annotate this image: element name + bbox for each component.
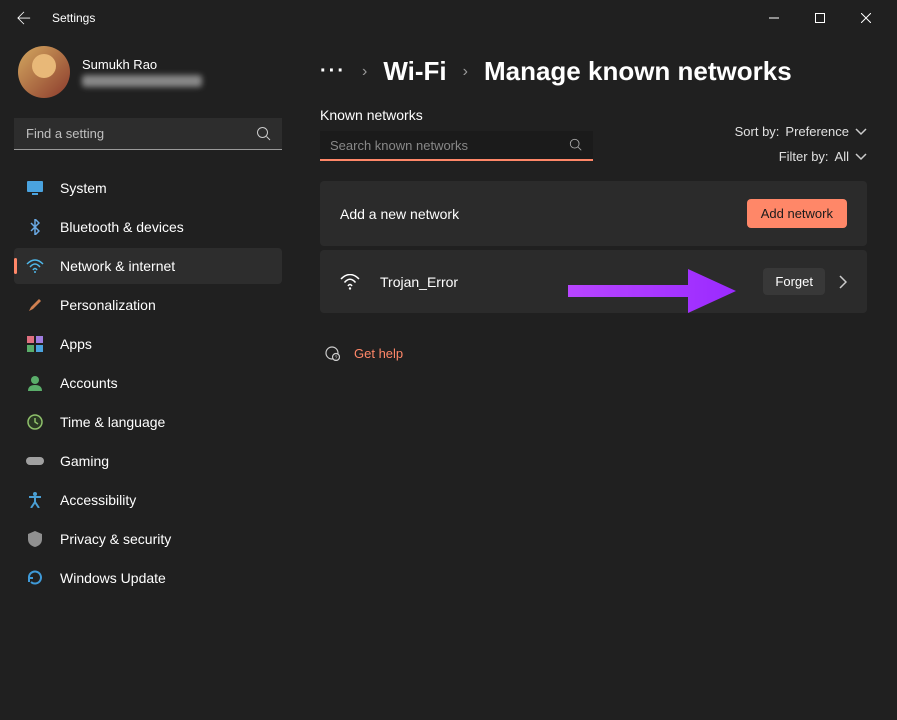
chevron-right-icon[interactable] <box>839 275 847 289</box>
add-network-card: Add a new network Add network <box>320 181 867 246</box>
breadcrumb: ··· › Wi-Fi › Manage known networks <box>320 56 867 87</box>
sidebar-item-system[interactable]: System <box>14 170 282 206</box>
svg-text:?: ? <box>335 356 338 362</box>
add-network-button[interactable]: Add network <box>747 199 847 228</box>
sidebar-item-gaming[interactable]: Gaming <box>14 443 282 479</box>
sidebar-item-windows-update[interactable]: Windows Update <box>14 560 282 596</box>
breadcrumb-more[interactable]: ··· <box>320 60 346 83</box>
sidebar-item-network[interactable]: Network & internet <box>14 248 282 284</box>
filter-label: Filter by: <box>779 149 829 164</box>
profile-email-blurred <box>82 75 202 87</box>
help-icon: ? <box>324 345 340 361</box>
search-input[interactable] <box>14 118 282 150</box>
sidebar-item-label: Windows Update <box>60 570 166 586</box>
app-title: Settings <box>52 11 95 25</box>
add-card-label: Add a new network <box>340 206 459 222</box>
minimize-button[interactable] <box>751 2 797 34</box>
network-name: Trojan_Error <box>380 274 458 290</box>
breadcrumb-current: Manage known networks <box>484 56 792 87</box>
sidebar-item-label: Time & language <box>60 414 165 430</box>
sidebar-item-privacy[interactable]: Privacy & security <box>14 521 282 557</box>
arrow-left-icon <box>17 11 31 25</box>
brush-icon <box>26 296 44 314</box>
update-icon <box>26 569 44 587</box>
sort-value: Preference <box>785 124 849 139</box>
sidebar-item-bluetooth[interactable]: Bluetooth & devices <box>14 209 282 245</box>
sidebar-item-label: System <box>60 180 107 196</box>
minimize-icon <box>769 13 779 23</box>
sidebar-item-label: Accounts <box>60 375 118 391</box>
sidebar-item-label: Personalization <box>60 297 156 313</box>
sidebar-item-personalization[interactable]: Personalization <box>14 287 282 323</box>
network-item[interactable]: Trojan_Error Forget <box>320 250 867 313</box>
close-button[interactable] <box>843 2 889 34</box>
sidebar-item-accounts[interactable]: Accounts <box>14 365 282 401</box>
profile-name: Sumukh Rao <box>82 57 282 72</box>
wifi-icon <box>26 257 44 275</box>
get-help-link[interactable]: Get help <box>354 346 403 361</box>
search-icon <box>256 126 272 142</box>
sidebar-item-label: Accessibility <box>60 492 136 508</box>
sidebar-item-accessibility[interactable]: Accessibility <box>14 482 282 518</box>
search-networks <box>320 131 593 161</box>
sidebar-item-label: Apps <box>60 336 92 352</box>
close-icon <box>861 13 871 23</box>
sidebar-item-label: Privacy & security <box>60 531 171 547</box>
shield-icon <box>26 530 44 548</box>
sidebar-item-label: Network & internet <box>60 258 175 274</box>
bluetooth-icon <box>26 218 44 236</box>
gamepad-icon <box>26 452 44 470</box>
sort-dropdown[interactable]: Sort by: Preference <box>735 124 867 139</box>
accessibility-icon <box>26 491 44 509</box>
settings-search <box>14 118 282 150</box>
avatar <box>18 46 70 98</box>
maximize-button[interactable] <box>797 2 843 34</box>
clock-icon <box>26 413 44 431</box>
titlebar: Settings <box>0 0 897 36</box>
chevron-right-icon: › <box>463 63 468 81</box>
sidebar-item-label: Bluetooth & devices <box>60 219 184 235</box>
maximize-icon <box>815 13 825 23</box>
chevron-down-icon <box>855 153 867 161</box>
profile[interactable]: Sumukh Rao <box>18 46 282 98</box>
person-icon <box>26 374 44 392</box>
chevron-right-icon: › <box>362 63 367 81</box>
search-networks-input[interactable] <box>320 131 593 161</box>
back-button[interactable] <box>8 2 40 34</box>
filter-value: All <box>835 149 849 164</box>
sidebar-item-apps[interactable]: Apps <box>14 326 282 362</box>
search-icon <box>569 138 583 152</box>
sidebar: Sumukh Rao System Bluetooth & devices Ne… <box>0 36 290 720</box>
filter-dropdown[interactable]: Filter by: All <box>779 149 867 164</box>
sidebar-item-label: Gaming <box>60 453 109 469</box>
breadcrumb-wifi[interactable]: Wi-Fi <box>383 56 446 87</box>
section-label: Known networks <box>320 107 593 123</box>
sort-label: Sort by: <box>735 124 780 139</box>
chevron-down-icon <box>855 128 867 136</box>
get-help-row: ? Get help <box>324 345 867 361</box>
sidebar-item-time-language[interactable]: Time & language <box>14 404 282 440</box>
apps-icon <box>26 335 44 353</box>
forget-button[interactable]: Forget <box>763 268 825 295</box>
system-icon <box>26 179 44 197</box>
main-content: ··· › Wi-Fi › Manage known networks Know… <box>290 36 897 720</box>
wifi-signal-icon <box>340 274 360 290</box>
